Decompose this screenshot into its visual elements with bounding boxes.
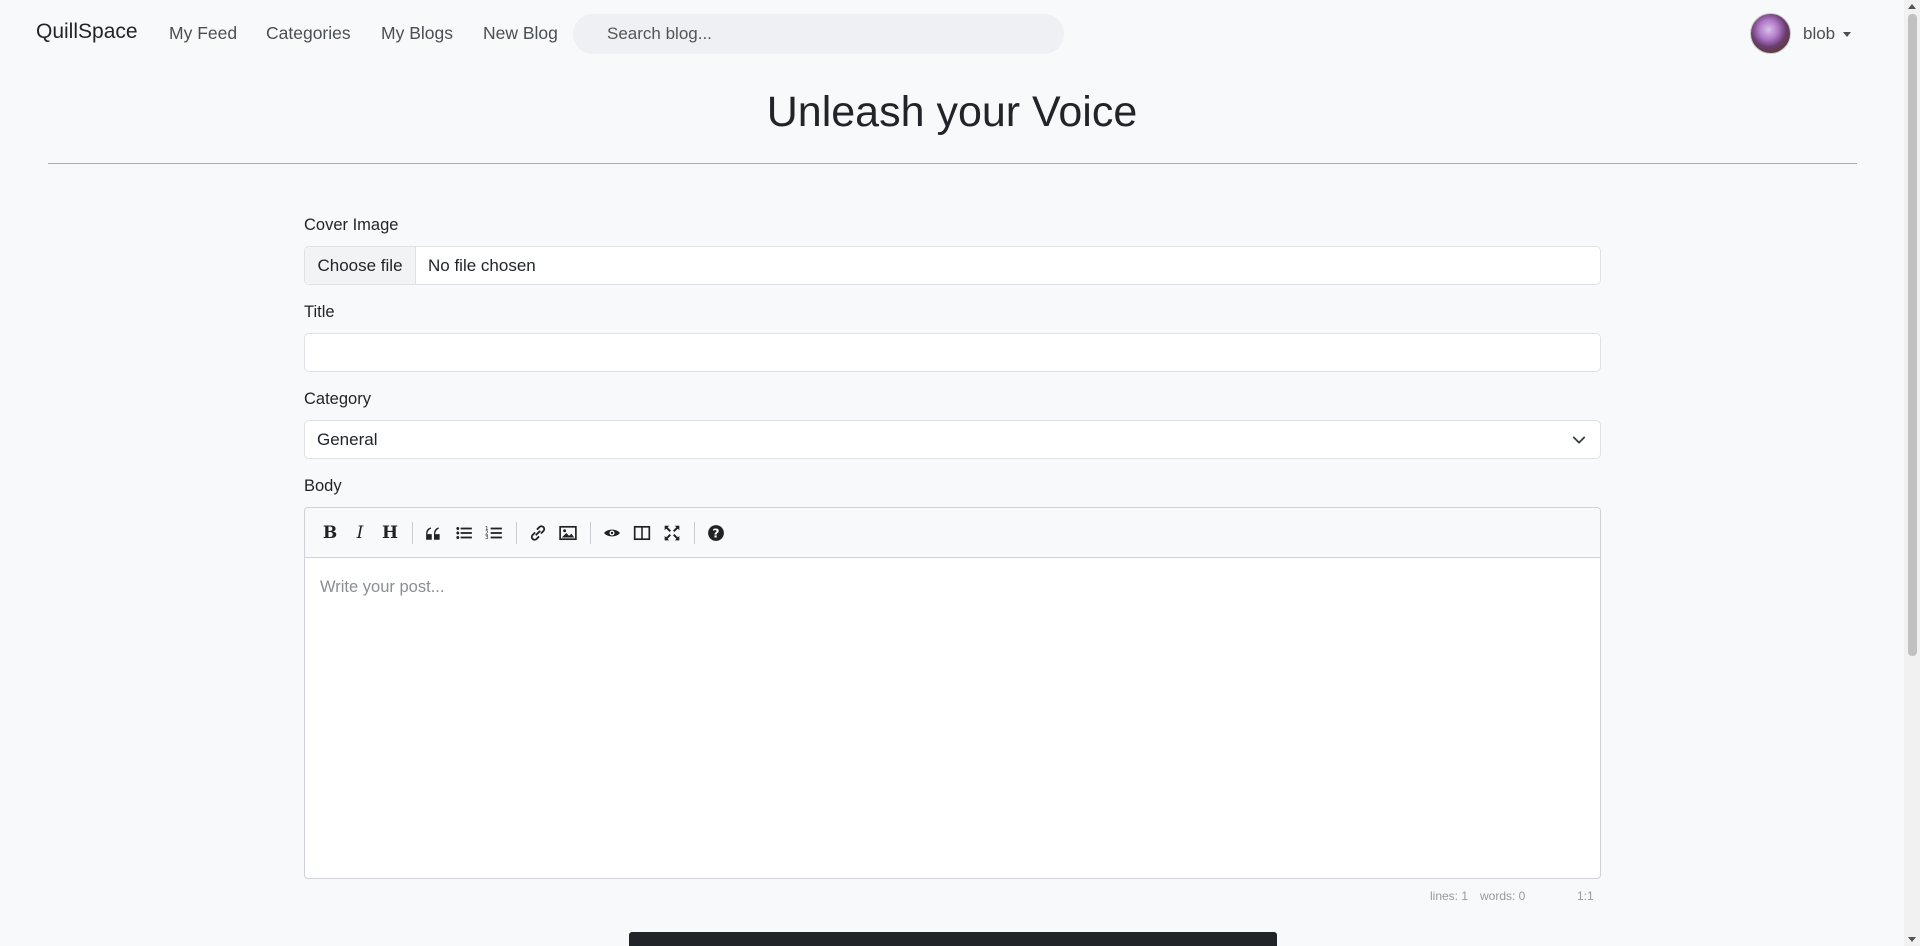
editor-toolbar: B I H 123 ?	[305, 508, 1600, 558]
editor-words-count: words: 0	[1480, 889, 1526, 903]
image-icon[interactable]	[557, 522, 579, 544]
title-label: Title	[304, 303, 335, 321]
preview-icon[interactable]	[601, 522, 623, 544]
svg-text:3: 3	[485, 535, 489, 541]
category-label: Category	[304, 390, 371, 408]
divider	[48, 163, 1857, 164]
fullscreen-icon[interactable]	[661, 522, 683, 544]
chevron-down-icon[interactable]	[1843, 32, 1852, 37]
category-selected: General	[317, 430, 378, 449]
unordered-list-icon[interactable]	[453, 522, 475, 544]
editor-cursor-position: 1:1	[1577, 889, 1594, 903]
username[interactable]: blob	[1803, 24, 1835, 44]
submit-button[interactable]	[629, 932, 1277, 946]
nav-my-feed[interactable]: My Feed	[169, 23, 237, 44]
markdown-editor[interactable]: B I H 123 ? Write your post...	[304, 507, 1601, 879]
page-scrollbar[interactable]	[1904, 0, 1920, 946]
nav-new-blog[interactable]: New Blog	[483, 23, 558, 44]
page-title: Unleash your Voice	[766, 88, 1138, 136]
chevron-down-icon	[1572, 436, 1586, 444]
svg-text:?: ?	[712, 527, 719, 541]
scroll-down-icon[interactable]	[1908, 937, 1916, 942]
search-placeholder: Search blog...	[607, 24, 712, 43]
nav-my-blogs[interactable]: My Blogs	[381, 23, 453, 44]
top-navbar: QuillSpace My Feed Categories My Blogs N…	[0, 0, 1904, 68]
cover-image-file-input[interactable]: Choose file No file chosen	[304, 246, 1601, 285]
title-input[interactable]	[304, 333, 1601, 372]
heading-icon[interactable]: H	[379, 522, 401, 544]
italic-icon[interactable]: I	[349, 522, 371, 544]
toolbar-separator	[694, 522, 695, 544]
user-menu[interactable]: blob	[1750, 13, 1852, 54]
scroll-thumb[interactable]	[1908, 14, 1917, 656]
help-icon[interactable]: ?	[705, 522, 727, 544]
toolbar-separator	[590, 522, 591, 544]
choose-file-button[interactable]: Choose file	[305, 247, 416, 284]
body-label: Body	[304, 477, 342, 495]
brand-logo[interactable]: QuillSpace	[36, 20, 138, 44]
search-input[interactable]: Search blog...	[573, 14, 1064, 54]
link-icon[interactable]	[527, 522, 549, 544]
side-by-side-icon[interactable]	[631, 522, 653, 544]
ordered-list-icon[interactable]: 123	[483, 522, 505, 544]
avatar[interactable]	[1750, 13, 1791, 54]
cover-image-label: Cover Image	[304, 216, 399, 234]
editor-placeholder: Write your post...	[320, 578, 445, 596]
toolbar-separator	[516, 522, 517, 544]
quote-icon[interactable]	[423, 522, 445, 544]
scroll-up-icon[interactable]	[1908, 4, 1916, 9]
bold-icon[interactable]: B	[319, 522, 341, 544]
nav-categories[interactable]: Categories	[266, 23, 351, 44]
category-select[interactable]: General	[304, 420, 1601, 459]
editor-lines-count: lines: 1	[1430, 889, 1469, 903]
file-status: No file chosen	[428, 256, 536, 275]
toolbar-separator	[412, 522, 413, 544]
